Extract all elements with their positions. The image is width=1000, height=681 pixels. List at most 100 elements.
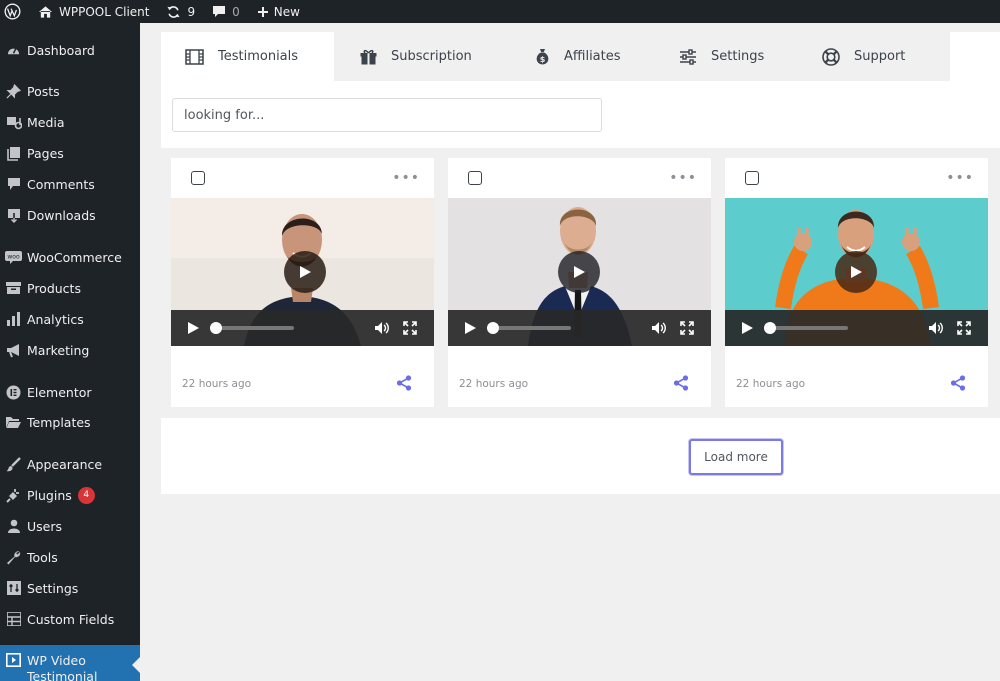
video-player[interactable] — [725, 198, 988, 346]
video-controls — [171, 310, 434, 346]
updates-link[interactable]: 9 — [156, 0, 202, 23]
sidebar-item-analytics[interactable]: Analytics — [0, 305, 140, 333]
refresh-icon — [166, 5, 181, 19]
gift-icon — [360, 49, 377, 65]
fullscreen-icon[interactable] — [403, 321, 417, 335]
admin-sidebar: Dashboard Posts Media Pages Comments Dow… — [0, 23, 140, 681]
more-options-icon[interactable]: ••• — [392, 170, 420, 186]
sidebar-item-label: Settings — [27, 580, 79, 596]
sidebar-item-elementor[interactable]: Elementor — [0, 378, 140, 406]
sidebar-item-templates[interactable]: Templates — [0, 408, 140, 436]
dashboard-icon — [0, 43, 27, 58]
sidebar-item-downloads[interactable]: Downloads — [0, 201, 140, 229]
comment-bubble-icon — [212, 5, 226, 18]
search-input[interactable] — [172, 98, 602, 132]
home-icon — [38, 5, 53, 19]
sidebar-item-label: Posts — [27, 83, 60, 99]
sidebar-item-pages[interactable]: Pages — [0, 139, 140, 167]
elementor-icon — [0, 385, 27, 400]
testimonial-grid: ••• 22 hours ago ••• 22 hours ago ••• 22… — [161, 148, 1000, 418]
sidebar-item-label: Pages — [27, 145, 64, 161]
tab-label: Settings — [711, 49, 765, 64]
testimonial-card: ••• 22 hours ago — [448, 158, 711, 407]
select-checkbox[interactable] — [745, 171, 759, 185]
sidebar-item-tools[interactable]: Tools — [0, 543, 140, 571]
sidebar-item-label: Marketing — [27, 342, 90, 358]
main-panel: Testimonials Subscription $ Affiliates S… — [161, 32, 1000, 494]
sidebar-item-custom-fields[interactable]: Custom Fields — [0, 605, 140, 633]
slider-knob[interactable] — [210, 322, 222, 334]
tab-testimonials[interactable]: Testimonials — [161, 32, 334, 81]
video-player[interactable] — [171, 198, 434, 346]
new-content-link[interactable]: New — [247, 0, 307, 23]
play-icon[interactable] — [464, 321, 477, 335]
comments-link[interactable]: 0 — [202, 0, 247, 23]
sidebar-item-plugins[interactable]: Plugins 4 — [0, 481, 140, 509]
volume-icon[interactable] — [928, 321, 944, 335]
sidebar-item-label: Analytics — [27, 311, 84, 327]
woo-icon: woo — [0, 250, 27, 264]
tab-support[interactable]: Support — [800, 32, 950, 81]
sidebar-item-marketing[interactable]: Marketing — [0, 336, 140, 364]
slider-knob[interactable] — [487, 322, 499, 334]
sidebar-item-label: Media — [27, 114, 65, 130]
play-icon[interactable] — [741, 321, 754, 335]
sidebar-item-media[interactable]: Media — [0, 108, 140, 136]
site-name-link[interactable]: WPPOOL Client — [31, 0, 156, 23]
grid-icon — [0, 612, 27, 626]
big-play-icon[interactable] — [284, 251, 326, 293]
sidebar-item-wp-video-testimonial[interactable]: WP Video Testimonial — [0, 645, 140, 681]
sidebar-item-appearance[interactable]: Appearance — [0, 450, 140, 478]
admin-bar: WPPOOL Client 9 0 New — [0, 0, 1000, 23]
svg-text:$: $ — [540, 55, 546, 64]
big-play-icon[interactable] — [558, 251, 600, 293]
sidebar-item-comments[interactable]: Comments — [0, 170, 140, 198]
tab-bar: Testimonials Subscription $ Affiliates S… — [161, 32, 950, 81]
progress-slider[interactable] — [764, 322, 848, 334]
wordpress-logo-icon[interactable] — [0, 0, 31, 23]
progress-slider[interactable] — [487, 322, 571, 334]
sidebar-item-label: Appearance — [27, 456, 103, 472]
big-play-icon[interactable] — [835, 251, 877, 293]
volume-icon[interactable] — [651, 321, 667, 335]
fullscreen-icon[interactable] — [957, 321, 971, 335]
plus-icon — [257, 6, 269, 18]
select-checkbox[interactable] — [468, 171, 482, 185]
video-player[interactable] — [448, 198, 711, 346]
select-checkbox[interactable] — [191, 171, 205, 185]
timestamp: 22 hours ago — [736, 378, 806, 390]
svg-text:woo: woo — [7, 253, 20, 260]
tab-settings[interactable]: Settings — [655, 32, 800, 81]
tab-subscription[interactable]: Subscription — [334, 32, 508, 81]
comment-icon — [0, 177, 27, 191]
more-options-icon[interactable]: ••• — [669, 170, 697, 186]
tab-affiliates[interactable]: $ Affiliates — [508, 32, 655, 81]
sidebar-item-dashboard[interactable]: Dashboard — [0, 36, 140, 64]
sidebar-item-label: WooCommerce — [27, 249, 122, 265]
video-icon — [0, 653, 27, 667]
settings-icon — [0, 581, 27, 595]
share-icon[interactable] — [673, 375, 689, 395]
share-icon[interactable] — [396, 375, 412, 395]
fullscreen-icon[interactable] — [680, 321, 694, 335]
sidebar-item-label: Tools — [27, 549, 58, 565]
sidebar-item-products[interactable]: Products — [0, 274, 140, 302]
volume-icon[interactable] — [374, 321, 390, 335]
sidebar-item-label: Users — [27, 518, 63, 534]
media-icon — [0, 115, 27, 130]
more-options-icon[interactable]: ••• — [946, 170, 974, 186]
archive-icon — [0, 281, 27, 295]
sidebar-item-woocommerce[interactable]: woo WooCommerce — [0, 243, 140, 271]
sidebar-item-posts[interactable]: Posts — [0, 77, 140, 105]
sidebar-item-label: Dashboard — [27, 42, 95, 58]
video-controls — [448, 310, 711, 346]
share-icon[interactable] — [950, 375, 966, 395]
sidebar-item-settings[interactable]: Settings — [0, 574, 140, 602]
sidebar-item-users[interactable]: Users — [0, 512, 140, 540]
load-more-button[interactable]: Load more — [689, 439, 783, 475]
progress-slider[interactable] — [210, 322, 294, 334]
slider-knob[interactable] — [764, 322, 776, 334]
play-icon[interactable] — [187, 321, 200, 335]
brush-icon — [0, 456, 27, 472]
sidebar-item-label: Downloads — [27, 207, 96, 223]
